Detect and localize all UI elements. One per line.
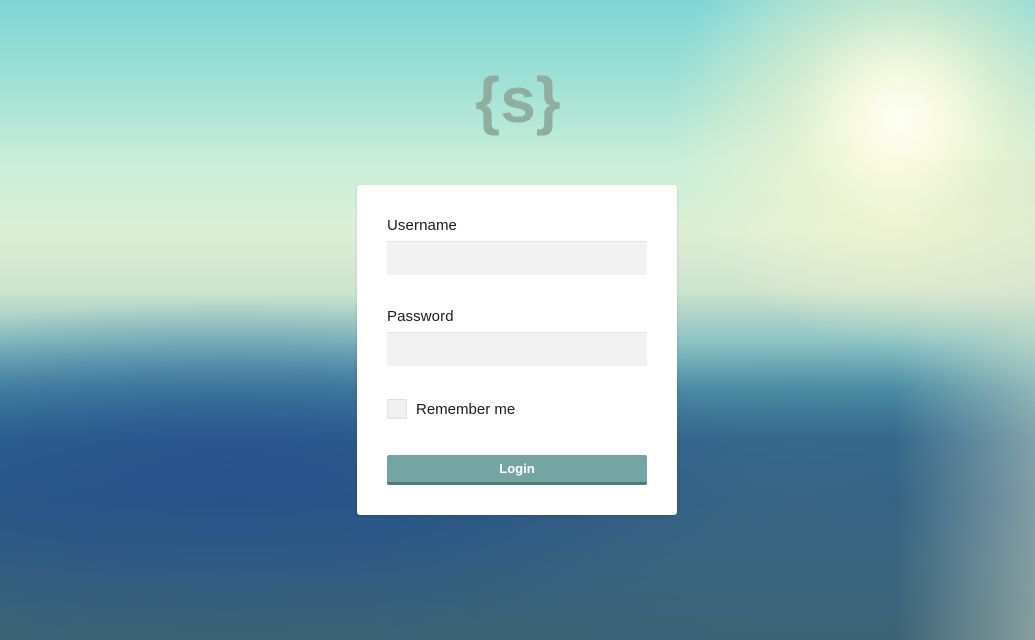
brand-logo-text: {s} [475,64,560,136]
login-button[interactable]: Login [387,455,647,485]
brand-logo: {s} [465,64,571,140]
login-card: Username Password Remember me Login [357,185,677,515]
username-input[interactable] [387,241,647,275]
remember-me-row[interactable]: Remember me [387,398,515,420]
brand-logo-icon: {s} [475,64,560,136]
username-label: Username [387,217,457,234]
password-input[interactable] [387,332,647,366]
background-haze [895,160,1035,640]
remember-me-checkbox[interactable] [387,399,407,419]
remember-me-label[interactable]: Remember me [416,401,515,418]
password-label: Password [387,308,454,325]
